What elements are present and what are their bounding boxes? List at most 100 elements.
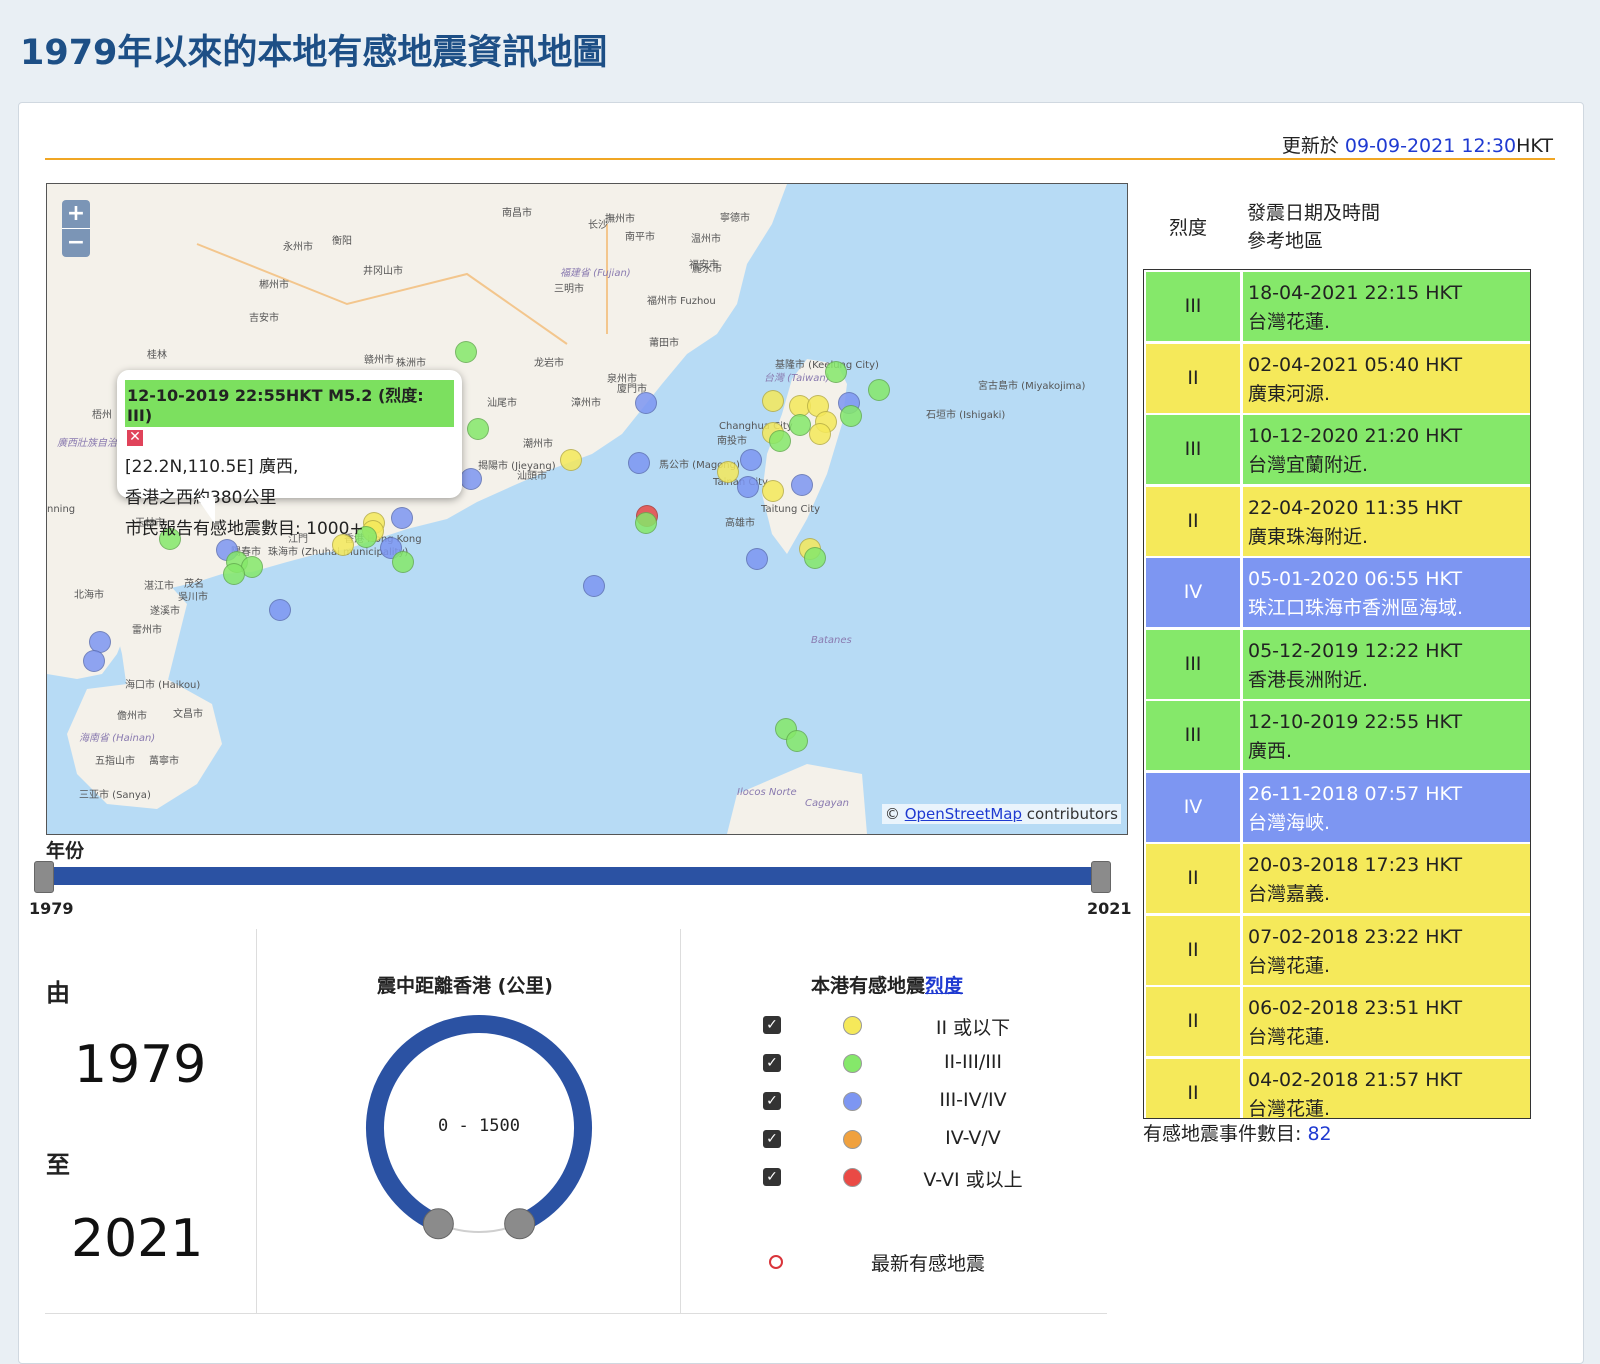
table-row[interactable]: II 20-03-2018 17:23 HKT 台灣嘉義.	[1146, 844, 1530, 916]
row-intensity: III	[1146, 415, 1243, 484]
from-year: 1979	[74, 1035, 207, 1095]
earthquake-marker[interactable]	[635, 512, 657, 534]
earthquake-marker[interactable]	[455, 341, 477, 363]
earthquake-marker[interactable]	[223, 563, 245, 585]
map-place-label: 福州市 Fuzhou	[647, 296, 716, 307]
row-info: 02-04-2021 05:40 HKT 廣東河源.	[1248, 351, 1462, 409]
header-divider	[45, 158, 1555, 160]
zoom-in-button[interactable]: +	[62, 200, 90, 229]
distance-max-handle[interactable]	[504, 1208, 536, 1240]
row-region: 珠江口珠海市香洲區海域.	[1248, 597, 1464, 619]
table-row[interactable]: III 10-12-2020 21:20 HKT 台灣宜蘭附近.	[1146, 415, 1530, 487]
row-info: 06-02-2018 23:51 HKT 台灣花蓮.	[1248, 994, 1462, 1052]
map-place-label: 雷州市	[132, 625, 162, 636]
year-slider-max: 2021	[1087, 899, 1132, 918]
earthquake-marker[interactable]	[786, 730, 808, 752]
row-datetime: 07-02-2018 23:22 HKT	[1248, 925, 1463, 948]
legend-label: II-III/III	[943, 1051, 1003, 1073]
table-row[interactable]: II 04-02-2018 21:57 HKT 台灣花蓮.	[1146, 1058, 1530, 1118]
popup-distance: 香港之西約380公里	[125, 488, 277, 508]
table-row[interactable]: IV 26-11-2018 07:57 HKT 台灣海峽.	[1146, 772, 1530, 845]
map-place-label: 株洲市	[396, 358, 426, 369]
earthquake-marker[interactable]	[804, 547, 826, 569]
map-place-label: 漳州市	[571, 398, 601, 409]
map-place-label: 潮州市	[523, 439, 553, 450]
year-slider-track[interactable]	[49, 867, 1104, 885]
legend-checkbox[interactable]: ✓	[763, 1092, 781, 1110]
event-count: 有感地震事件數目: 82	[1143, 1119, 1332, 1146]
map-place-label: 寧德市	[720, 213, 750, 224]
map-place-label: 三亚市 (Sanya)	[79, 790, 151, 801]
earthquake-marker[interactable]	[789, 414, 811, 436]
table-row[interactable]: II 06-02-2018 23:51 HKT 台灣花蓮.	[1146, 987, 1530, 1059]
year-slider-start-handle[interactable]	[34, 861, 54, 893]
earthquake-marker[interactable]	[762, 390, 784, 412]
earthquake-marker[interactable]	[83, 650, 105, 672]
distance-ring[interactable]: 0 - 1500	[359, 1008, 599, 1248]
earthquake-marker[interactable]	[868, 379, 890, 401]
earthquake-map[interactable]: + − 桂林 梧州 玉林市 北海市 湛江市 茂名 吳川市 遂溪市 雷州市 海口市 (Haikou)…	[46, 183, 1128, 835]
year-slider-label: 年份	[46, 840, 85, 862]
popup-header: 12-10-2019 22:55HKT M5.2 (烈度: III)	[125, 380, 454, 427]
intensity-link[interactable]: 烈度	[925, 975, 963, 997]
row-info: 12-10-2019 22:55 HKT 廣西.	[1248, 708, 1462, 766]
table-row[interactable]: II 02-04-2021 05:40 HKT 廣東河源.	[1146, 343, 1530, 416]
legend-checkbox[interactable]: ✓	[763, 1168, 781, 1186]
year-slider-end-handle[interactable]	[1091, 861, 1111, 893]
row-info: 20-03-2018 17:23 HKT 台灣嘉義.	[1248, 851, 1462, 909]
popup-close-icon[interactable]: ✕	[127, 429, 143, 446]
update-time: 更新於 09-09-2021 12:30HKT	[1282, 131, 1553, 158]
earthquake-marker[interactable]	[269, 599, 291, 621]
zoom-out-button[interactable]: −	[62, 229, 90, 257]
earthquake-marker[interactable]	[740, 449, 762, 471]
update-timestamp: 09-09-2021 12:30	[1344, 135, 1517, 157]
earthquake-marker[interactable]	[560, 449, 582, 471]
row-datetime: 02-04-2021 05:40 HKT	[1248, 353, 1463, 376]
earthquake-marker[interactable]	[717, 461, 739, 483]
map-place-label: 汕尾市	[487, 398, 517, 409]
table-row[interactable]: II 07-02-2018 23:22 HKT 台灣花蓮.	[1146, 915, 1530, 988]
bottom-divider	[45, 1313, 1107, 1314]
earthquake-marker[interactable]	[746, 548, 768, 570]
openstreetmap-link[interactable]: OpenStreetMap	[905, 805, 1022, 823]
row-region: 台灣宜蘭附近.	[1248, 454, 1369, 476]
to-label: 至	[46, 1151, 70, 1179]
table-row[interactable]: III 18-04-2021 22:15 HKT 台灣花蓮.	[1146, 272, 1530, 344]
earthquake-table[interactable]: III 18-04-2021 22:15 HKT 台灣花蓮. II 02-04-2021…	[1143, 269, 1531, 1119]
table-row[interactable]: II 22-04-2020 11:35 HKT 廣東珠海附近.	[1146, 486, 1530, 559]
earthquake-marker[interactable]	[825, 361, 847, 383]
legend-checkbox[interactable]: ✓	[763, 1016, 781, 1034]
earthquake-marker[interactable]	[583, 575, 605, 597]
row-intensity: II	[1146, 915, 1243, 985]
legend-checkbox[interactable]: ✓	[763, 1130, 781, 1148]
legend-checkbox[interactable]: ✓	[763, 1054, 781, 1072]
earthquake-marker[interactable]	[737, 476, 759, 498]
map-place-label: 温州市	[691, 234, 721, 245]
to-year: 2021	[71, 1209, 204, 1269]
map-place-label: 永州市	[283, 242, 313, 253]
earthquake-marker[interactable]	[460, 468, 482, 490]
row-info: 05-12-2019 12:22 HKT 香港長洲附近.	[1248, 637, 1462, 695]
earthquake-marker[interactable]	[769, 430, 791, 452]
earthquake-marker[interactable]	[840, 405, 862, 427]
table-row[interactable]: III 12-10-2019 22:55 HKT 廣西.	[1146, 701, 1530, 773]
table-row[interactable]: III 05-12-2019 12:22 HKT 香港長洲附近.	[1146, 629, 1530, 702]
row-datetime: 18-04-2021 22:15 HKT	[1248, 282, 1463, 304]
earthquake-marker[interactable]	[809, 423, 831, 445]
map-place-label: 宮古島市 (Miyakojima)	[978, 381, 1086, 392]
earthquake-marker[interactable]	[628, 452, 650, 474]
event-count-value: 82	[1307, 1123, 1332, 1145]
earthquake-marker[interactable]	[762, 480, 784, 502]
column-divider	[680, 929, 681, 1314]
distance-min-handle[interactable]	[422, 1208, 454, 1240]
earthquake-marker[interactable]	[467, 418, 489, 440]
zoom-control: + −	[62, 200, 90, 257]
table-row[interactable]: IV 05-01-2020 06:55 HKT 珠江口珠海市香洲區海域.	[1146, 558, 1530, 630]
earthquake-marker[interactable]	[791, 474, 813, 496]
earthquake-marker[interactable]	[635, 392, 657, 414]
legend-color-dot-icon	[843, 1092, 862, 1111]
latest-earthquake-marker-icon	[769, 1255, 783, 1269]
legend-label: III-IV/IV	[939, 1089, 1007, 1111]
earthquake-marker[interactable]	[392, 551, 414, 573]
legend-color-dot-icon	[843, 1016, 862, 1035]
